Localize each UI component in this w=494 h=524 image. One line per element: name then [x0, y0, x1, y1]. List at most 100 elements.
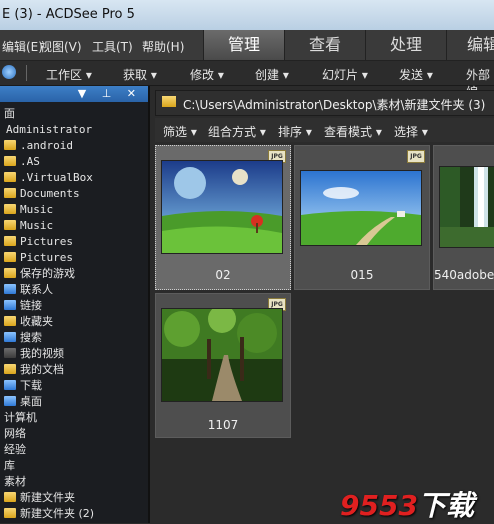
folder-icon	[4, 204, 16, 214]
menu-help[interactable]: 帮助(H)	[142, 38, 184, 55]
thumbnail-015[interactable]: JPG 015	[294, 145, 430, 290]
special-folder-icon	[4, 284, 16, 294]
toolbar-slideshow[interactable]: 幻灯片 ▾	[322, 66, 368, 83]
thumbnail-02[interactable]: JPG 02	[155, 145, 291, 290]
tree-item[interactable]: 我的文档	[4, 362, 64, 378]
special-folder-icon	[4, 380, 16, 390]
site-watermark: 9553下载	[340, 489, 474, 522]
tree-item[interactable]: 新建文件夹 (2)	[4, 506, 94, 522]
folder-icon	[4, 364, 16, 374]
toolbar-separator	[26, 65, 27, 81]
title-bar: E (3) - ACDSee Pro 5	[0, 0, 494, 30]
thumbnail-540adobe[interactable]: 540adobe-	[433, 145, 494, 290]
jpg-badge-icon: JPG	[407, 150, 425, 163]
thumbnail-image	[300, 170, 422, 246]
tab-process[interactable]: 处理	[365, 30, 446, 60]
tree-item[interactable]: 计算机	[4, 410, 37, 426]
path-bar[interactable]: C:\Users\Administrator\Desktop\素材\新建文件夹 …	[155, 90, 494, 116]
thumbnail-1107[interactable]: JPG 1107	[155, 293, 291, 438]
tab-edit[interactable]: 编辑	[446, 30, 494, 60]
tree-item[interactable]: 面	[4, 106, 15, 122]
tree-item[interactable]: .android	[4, 138, 73, 154]
current-path: C:\Users\Administrator\Desktop\素材\新建文件夹 …	[183, 98, 486, 112]
acdsee-logo-icon[interactable]	[2, 65, 16, 79]
folder-icon	[4, 348, 16, 358]
tree-item[interactable]: Pictures	[4, 234, 73, 250]
folders-panel: ▼ ⊥ ✕ 面 Administrator .android .AS .VirtualB…	[0, 86, 150, 523]
folder-icon	[4, 492, 16, 502]
tree-item-label: 我的文档	[20, 363, 64, 376]
tree-item-label: 保存的游戏	[20, 267, 75, 280]
thumbnail-image	[439, 166, 494, 248]
tree-item-label: 经验	[4, 443, 26, 456]
view-mode-menu[interactable]: 查看模式 ▾	[324, 123, 382, 140]
tree-item[interactable]: 链接	[4, 298, 42, 314]
tree-item-label: 收藏夹	[20, 315, 53, 328]
tree-item-label: Music	[20, 219, 54, 232]
folder-icon	[4, 508, 16, 518]
group-by-menu[interactable]: 组合方式 ▾	[208, 123, 266, 140]
menu-edit[interactable]: 编辑(E)	[2, 38, 43, 55]
menu-bar: 编辑(E) 视图(V) 工具(T) 帮助(H) 管理 查看 处理 编辑	[0, 30, 494, 61]
tree-item-label: 链接	[20, 299, 42, 312]
tree-item[interactable]: Documents	[4, 186, 80, 202]
tree-item[interactable]: 库	[4, 458, 15, 474]
window-title: E (3) - ACDSee Pro 5	[2, 7, 135, 22]
tree-item-label: 联系人	[20, 283, 53, 296]
tree-item-label: 我的视频	[20, 347, 64, 360]
toolbar-modify[interactable]: 修改 ▾	[190, 66, 224, 83]
toolbar-send[interactable]: 发送 ▾	[399, 66, 433, 83]
sort-menu[interactable]: 排序 ▾	[278, 123, 312, 140]
tree-item-label: 桌面	[20, 395, 42, 408]
tree-item-label: Administrator	[6, 123, 93, 136]
tree-item[interactable]: Music	[4, 218, 53, 234]
folder-icon	[162, 96, 176, 107]
tree-item[interactable]: 我的视频	[4, 346, 64, 362]
folders-panel-header: ▼ ⊥ ✕	[0, 86, 148, 102]
tree-item-label: 库	[4, 459, 15, 472]
tree-item[interactable]: 保存的游戏	[4, 266, 75, 282]
filter-menu[interactable]: 筛选 ▾	[163, 123, 197, 140]
tree-item[interactable]: Music	[4, 202, 53, 218]
folder-icon	[4, 252, 16, 262]
tree-item[interactable]: .AS	[4, 154, 40, 170]
special-folder-icon	[4, 332, 16, 342]
tree-item[interactable]: 联系人	[4, 282, 53, 298]
toolbar-create[interactable]: 创建 ▾	[255, 66, 289, 83]
toolbar-workspace[interactable]: 工作区 ▾	[46, 66, 92, 83]
tree-item[interactable]: .VirtualBox	[4, 170, 93, 186]
folder-icon	[4, 172, 16, 182]
select-menu[interactable]: 选择 ▾	[394, 123, 428, 140]
tree-item-label: Pictures	[20, 251, 73, 264]
thumbnail-image	[161, 160, 283, 254]
tree-item[interactable]: 下载	[4, 378, 42, 394]
tree-item[interactable]: 经验	[4, 442, 26, 458]
tree-item-label: Pictures	[20, 235, 73, 248]
tree-item-label: 面	[4, 107, 15, 120]
toolbar-acquire[interactable]: 获取 ▾	[123, 66, 157, 83]
special-folder-icon	[4, 300, 16, 310]
tree-item-label: 下载	[20, 379, 42, 392]
tree-item[interactable]: 素材	[4, 474, 26, 490]
tree-item-label: 搜索	[20, 331, 42, 344]
folder-icon	[4, 188, 16, 198]
tree-item[interactable]: 搜索	[4, 330, 42, 346]
tree-item[interactable]: Pictures	[4, 250, 73, 266]
menu-view[interactable]: 视图(V)	[40, 38, 82, 55]
tree-item[interactable]: 桌面	[4, 394, 42, 410]
tree-item-label: .VirtualBox	[20, 171, 93, 184]
tree-item[interactable]: 收藏夹	[4, 314, 53, 330]
folder-icon	[4, 268, 16, 278]
panel-controls-icon[interactable]: ▼ ⊥ ✕	[78, 87, 142, 100]
thumbnail-image	[161, 308, 283, 402]
folder-icon	[4, 316, 16, 326]
menu-tools[interactable]: 工具(T)	[92, 38, 133, 55]
folder-icon	[4, 220, 16, 230]
tree-item[interactable]: Administrator	[6, 122, 92, 138]
tree-item[interactable]: 新建文件夹	[4, 490, 75, 506]
thumbnail-caption: 02	[215, 268, 231, 282]
tab-manage[interactable]: 管理	[203, 30, 284, 60]
tab-view[interactable]: 查看	[284, 30, 365, 60]
tree-item-label: Music	[20, 203, 54, 216]
tree-item[interactable]: 网络	[4, 426, 26, 442]
